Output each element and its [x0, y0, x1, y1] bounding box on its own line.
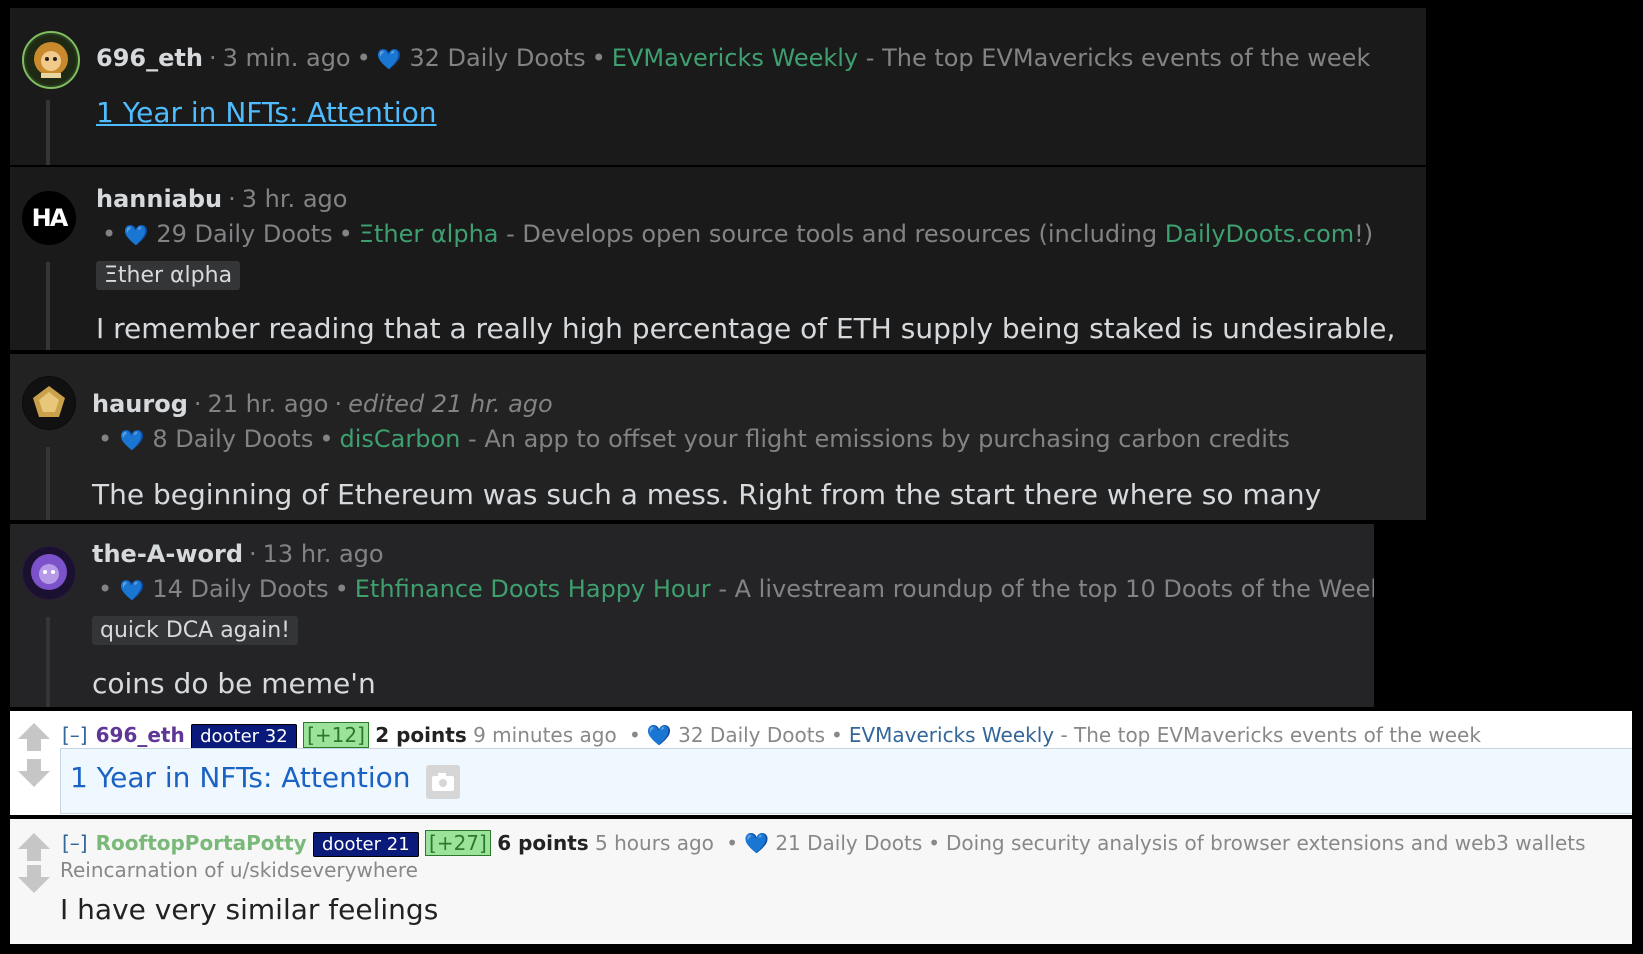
- project-link[interactable]: EVMavericks Weekly: [849, 723, 1054, 747]
- project-desc-a: - Develops open source tools and resourc…: [506, 220, 1165, 248]
- heart-icon: 💙: [119, 428, 145, 452]
- collapse-toggle[interactable]: [–]: [62, 831, 88, 855]
- comment-card-haurog: haurog · 21 hr. ago · edited 21 hr. ago • 💙 …: [10, 354, 1426, 520]
- upvote-icon[interactable]: [18, 723, 50, 751]
- project-link[interactable]: Ξther αlpha: [359, 220, 499, 248]
- pentagon-avatar-icon: [23, 377, 75, 429]
- doots-count: 32 Daily Doots: [409, 44, 586, 72]
- collapse-toggle[interactable]: [–]: [62, 723, 88, 747]
- downvote-icon[interactable]: [18, 759, 50, 787]
- edited-label: edited 21 hr. ago: [348, 390, 553, 418]
- karma-badge: [+27]: [425, 830, 491, 856]
- dooter-flair: dooter 21: [313, 832, 419, 857]
- doots-line: • 💙 8 Daily Doots • disCarbon - An app to …: [98, 425, 1290, 453]
- dailydoots-link[interactable]: DailyDoots.com: [1165, 220, 1354, 248]
- doots-count: 8 Daily Doots: [152, 425, 314, 453]
- timestamp[interactable]: 21 hr. ago: [208, 390, 329, 418]
- author-link[interactable]: 696_eth: [96, 723, 185, 747]
- author-link[interactable]: the-A-word: [92, 540, 243, 568]
- project-link[interactable]: EVMavericks Weekly: [612, 44, 858, 72]
- points: 6 points: [497, 831, 589, 855]
- avatar[interactable]: [22, 546, 76, 600]
- doots-count: 29 Daily Doots: [156, 220, 333, 248]
- project-desc: Doing security analysis of browser exten…: [946, 831, 1586, 855]
- timestamp[interactable]: 9 minutes ago: [473, 723, 617, 747]
- user-flair: Ξther αlpha: [96, 261, 241, 290]
- author-link[interactable]: RooftopPortaPotty: [96, 831, 307, 855]
- comment-body: I have very similar feelings: [60, 893, 439, 926]
- project-desc: - The top EVMavericks events of the week: [1060, 723, 1481, 747]
- heart-icon: 💙: [376, 47, 402, 71]
- author-link[interactable]: 696_eth: [96, 44, 203, 72]
- comment-body: I remember reading that a really high pe…: [96, 312, 1396, 345]
- comment-card-the-a-word: the-A-word · 13 hr. ago • 💙 14 Daily Doots…: [10, 524, 1374, 707]
- thread-line[interactable]: [46, 447, 50, 520]
- comment-meta: hanniabu · 3 hr. ago: [96, 185, 348, 213]
- thread-line[interactable]: [46, 617, 50, 707]
- timestamp[interactable]: 5 hours ago: [595, 831, 714, 855]
- comment-meta: haurog · 21 hr. ago · edited 21 hr. ago: [92, 390, 553, 418]
- user-flair: quick DCA again!: [92, 616, 298, 645]
- thread-line[interactable]: [46, 262, 50, 350]
- comment-meta: 696_eth · 3 min. ago • 💙 32 Daily Doots • EVMa…: [96, 44, 1371, 72]
- downvote-icon[interactable]: [18, 865, 50, 893]
- heart-icon: 💙: [646, 723, 672, 747]
- author-link[interactable]: haurog: [92, 390, 188, 418]
- doots-count: 32 Daily Doots: [678, 723, 826, 747]
- comment-card-hanniabu: HA hanniabu · 3 hr. ago • 💙 29 Daily Doots…: [10, 167, 1426, 350]
- old-comment-rooftopportapotty: [–] RooftopPortaPotty dooter 21 [+27] 6 p…: [10, 819, 1632, 944]
- avatar[interactable]: [22, 376, 76, 430]
- timestamp[interactable]: 3 min. ago: [223, 44, 351, 72]
- comment-body-link[interactable]: 1 Year in NFTs: Attention: [96, 96, 437, 129]
- project-desc: - An app to offset your flight emissions…: [468, 425, 1290, 453]
- lion-avatar-purple-icon: [23, 547, 75, 599]
- comment-meta: [–] RooftopPortaPotty dooter 21 [+27] 6 p…: [62, 830, 1586, 857]
- comment-meta: [–] 696_eth dooter 32 [+12] 2 points 9 mi…: [62, 722, 1481, 749]
- doots-line: • 💙 14 Daily Doots • Ethfinance Doots Happ…: [98, 575, 1374, 603]
- author-link[interactable]: hanniabu: [96, 185, 222, 213]
- project-desc-b: !): [1354, 220, 1374, 248]
- project-desc: - The top EVMavericks events of the week: [865, 44, 1371, 72]
- comment-card-696-eth: 696_eth · 3 min. ago • 💙 32 Daily Doots • EVMa…: [10, 8, 1426, 165]
- reincarnation-note: Reincarnation of u/skidseverywhere: [60, 858, 418, 882]
- avatar-initials: HA: [31, 204, 69, 232]
- doots-count: 14 Daily Doots: [152, 575, 329, 603]
- project-link[interactable]: Ethfinance Doots Happy Hour: [355, 575, 711, 603]
- avatar[interactable]: [22, 31, 80, 89]
- project-link[interactable]: disCarbon: [340, 425, 461, 453]
- thread-line[interactable]: [46, 100, 50, 165]
- dooter-flair: dooter 32: [191, 724, 297, 749]
- timestamp[interactable]: 3 hr. ago: [242, 185, 348, 213]
- comment-body: The beginning of Ethereum was such a mes…: [92, 478, 1322, 511]
- heart-icon: 💙: [119, 578, 145, 602]
- heart-icon: 💙: [744, 831, 769, 855]
- camera-icon[interactable]: [426, 765, 460, 799]
- karma-badge: [+12]: [303, 722, 369, 748]
- comment-body: coins do be meme'n: [92, 667, 376, 700]
- doots-count: 21 Daily Doots: [775, 831, 923, 855]
- points: 2 points: [375, 723, 467, 747]
- timestamp[interactable]: 13 hr. ago: [263, 540, 384, 568]
- project-desc: - A livestream roundup of the top 10 Doo…: [718, 575, 1374, 603]
- comment-body-link[interactable]: 1 Year in NFTs: Attention: [70, 761, 411, 794]
- comment-meta: the-A-word · 13 hr. ago: [92, 540, 384, 568]
- old-comment-696-eth: [–] 696_eth dooter 32 [+12] 2 points 9 mi…: [10, 711, 1632, 815]
- doots-line: • 💙 29 Daily Doots • Ξther αlpha - Develop…: [102, 220, 1374, 248]
- upvote-icon[interactable]: [18, 833, 50, 861]
- avatar[interactable]: HA: [22, 191, 76, 245]
- lion-avatar-icon: [26, 35, 76, 85]
- heart-icon: 💙: [123, 223, 149, 247]
